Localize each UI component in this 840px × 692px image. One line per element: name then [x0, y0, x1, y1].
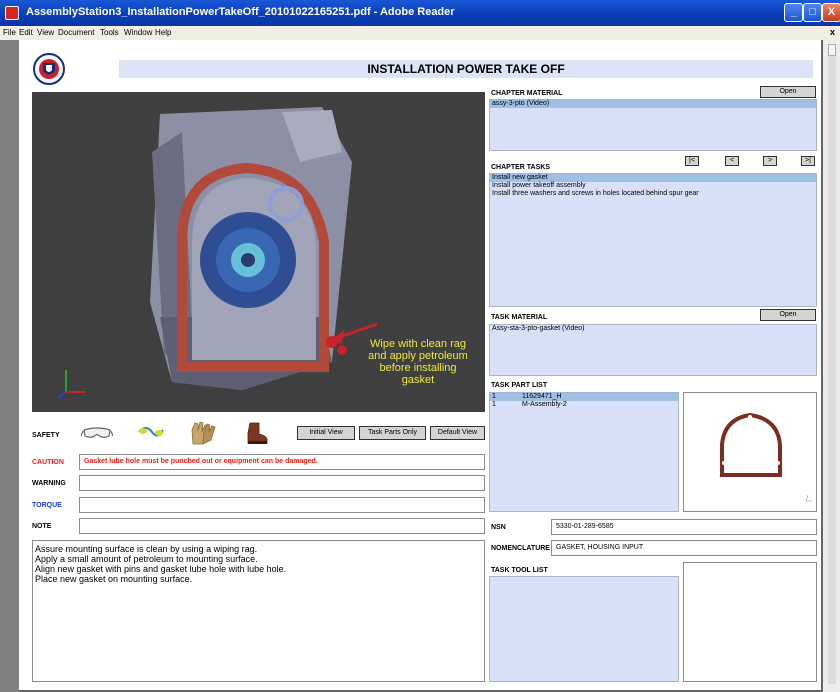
safety-label: SAFETY: [32, 432, 60, 439]
callout-line-3: before installing gasket: [379, 362, 457, 386]
part-preview: [683, 392, 817, 512]
work-gloves-icon: [191, 421, 216, 445]
task-material-label: TASK MATERIAL: [491, 314, 548, 321]
list-item[interactable]: Install new gasket: [490, 174, 816, 182]
procedure-step: Align new gasket with pins and gasket lu…: [35, 564, 287, 574]
emblem-logo-icon: [33, 53, 65, 85]
window-title-bar: AssemblyStation3_InstallationPowerTakeOf…: [0, 0, 840, 26]
nomenclature-field[interactable]: GASKET, HOUSING INPUT: [551, 540, 817, 556]
task-part-list[interactable]: 1 11629471_H 1 M-Assembly-2: [489, 392, 679, 512]
gasket-preview-image: [720, 412, 812, 502]
caution-label: CAUTION: [32, 459, 64, 466]
chapter-tasks-label: CHAPTER TASKS: [491, 164, 550, 171]
warning-label: WARNING: [32, 480, 66, 487]
previous-task-button[interactable]: <: [725, 156, 739, 166]
next-task-button[interactable]: >: [763, 156, 777, 166]
task-parts-only-button[interactable]: Task Parts Only: [359, 426, 426, 440]
task-part-list-label: TASK PART LIST: [491, 382, 548, 389]
note-field[interactable]: [79, 518, 485, 534]
callout-line-1: Wipe with clean rag: [370, 338, 466, 350]
procedure-step: Place new gasket on mounting surface.: [35, 574, 193, 584]
3d-model-viewer[interactable]: Wipe with clean rag and apply petroleum …: [32, 92, 485, 412]
scrollbar-thumb[interactable]: [828, 44, 836, 56]
chapter-material-open-button[interactable]: Open: [760, 86, 816, 98]
menu-edit[interactable]: Edit: [19, 28, 33, 37]
page-title: INSTALLATION POWER TAKE OFF: [119, 60, 813, 78]
nsn-label: NSN: [491, 524, 506, 531]
menu-document[interactable]: Document: [58, 28, 94, 37]
chapter-material-label: CHAPTER MATERIAL: [491, 90, 563, 97]
menu-file[interactable]: File: [3, 28, 16, 37]
menu-view[interactable]: View: [37, 28, 54, 37]
earplugs-icon: [138, 427, 164, 437]
note-label: NOTE: [32, 523, 52, 530]
warning-field[interactable]: [79, 475, 485, 491]
table-row[interactable]: 1 M-Assembly-2: [490, 401, 678, 409]
initial-view-button[interactable]: Initial View: [297, 426, 355, 440]
torque-field[interactable]: [79, 497, 485, 513]
callout-line-2: and apply petroleum: [368, 350, 468, 362]
part-number: M-Assembly-2: [522, 401, 567, 408]
task-material-list[interactable]: Assy-sta-3-pto-gasket (Video): [489, 324, 817, 376]
safety-boot-icon: [247, 422, 268, 444]
list-item[interactable]: Install three washers and screws in hole…: [490, 190, 816, 198]
part-number: 11629471_H: [522, 393, 562, 400]
chapter-material-list[interactable]: assy-3-pto (Video): [489, 99, 817, 151]
task-tool-list-label: TASK TOOL LIST: [491, 567, 548, 574]
maximize-button[interactable]: □: [803, 3, 822, 22]
procedure-step: Apply a small amount of petroleum to mou…: [35, 554, 258, 564]
close-document-button[interactable]: x: [830, 27, 835, 37]
menu-tools[interactable]: Tools: [100, 28, 119, 37]
first-task-button[interactable]: |<: [685, 156, 699, 166]
window-title: AssemblyStation3_InstallationPowerTakeOf…: [26, 6, 455, 18]
list-item[interactable]: assy-3-pto (Video): [490, 100, 816, 108]
list-item[interactable]: Install power takeoff assembly: [490, 182, 816, 190]
menu-bar: File Edit View Document Tools Window Hel…: [0, 26, 840, 40]
menu-help[interactable]: Help: [155, 28, 171, 37]
close-button[interactable]: X: [822, 3, 840, 22]
procedure-step: Assure mounting surface is clean by usin…: [35, 544, 258, 554]
safety-goggles-icon: [81, 427, 113, 438]
table-row[interactable]: 1 11629471_H: [490, 393, 678, 401]
list-item[interactable]: Assy-sta-3-pto-gasket (Video): [490, 325, 816, 333]
nomenclature-label: NOMENCLATURE: [491, 545, 550, 552]
tool-preview: [683, 562, 817, 682]
default-view-button[interactable]: Default View: [430, 426, 485, 440]
task-tool-list[interactable]: [489, 576, 679, 682]
part-qty: 1: [492, 393, 496, 400]
nsn-field[interactable]: 5330-01-289-6585: [551, 519, 817, 535]
chapter-tasks-list[interactable]: Install new gasket Install power takeoff…: [489, 173, 817, 307]
minimize-button[interactable]: _: [784, 3, 803, 22]
caution-field[interactable]: Gasket lube hole must be punched out or …: [79, 454, 485, 470]
annotation-callout: Wipe with clean rag and apply petroleum …: [363, 338, 473, 386]
document-page: INSTALLATION POWER TAKE OFF Wipe with cl…: [19, 40, 823, 692]
adobe-reader-icon: [5, 6, 19, 20]
procedure-steps-text[interactable]: Assure mounting surface is clean by usin…: [32, 540, 485, 682]
torque-label: TORQUE: [32, 502, 62, 509]
last-task-button[interactable]: >|: [801, 156, 815, 166]
left-frame: [0, 40, 19, 692]
part-qty: 1: [492, 401, 496, 408]
task-material-open-button[interactable]: Open: [760, 309, 816, 321]
vertical-scrollbar[interactable]: [828, 44, 836, 684]
menu-window[interactable]: Window: [124, 28, 152, 37]
